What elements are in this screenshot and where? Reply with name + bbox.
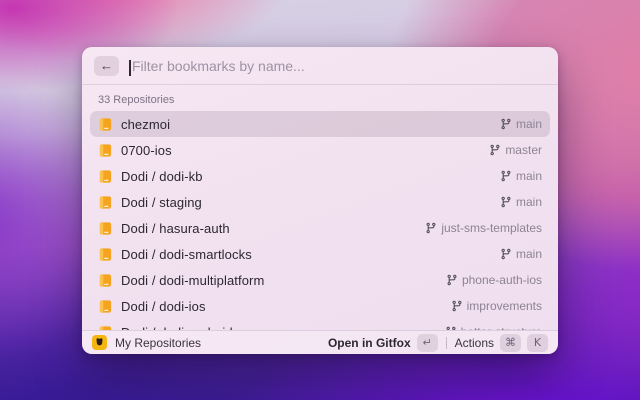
repository-name: Dodi / dodi-multiplatform (121, 272, 265, 288)
actions-label: Actions (454, 335, 494, 350)
repository-name: Dodi / dodi-kb (121, 168, 203, 184)
branch-info: main (500, 195, 542, 209)
launcher-window: ← 33 Repositories chezmoi main (82, 47, 558, 354)
footer-actions: Open in Gitfox ↵ Actions ⌘ K (327, 333, 548, 352)
gitfox-logo-icon (92, 335, 107, 350)
search-input[interactable] (129, 57, 546, 74)
section-header: 33 Repositories (98, 94, 175, 106)
git-branch-icon (501, 196, 511, 208)
repository-name: 0700-ios (121, 142, 172, 158)
search-header: ← (82, 47, 558, 85)
back-button[interactable]: ← (94, 55, 119, 76)
repository-book-icon (98, 143, 113, 158)
open-in-gitfox-label: Open in Gitfox (327, 335, 411, 350)
branch-name: main (515, 247, 542, 261)
repository-row[interactable]: Dodi / staging main (90, 189, 550, 215)
repository-name: chezmoi (121, 116, 171, 132)
command-key-icon: ⌘ (500, 333, 521, 352)
branch-name: just-sms-templates (441, 221, 542, 235)
branch-name: improvements (466, 299, 542, 313)
repository-row[interactable]: Dodi / hasura-auth just-sms-templates (90, 215, 550, 241)
repository-book-icon (98, 195, 113, 210)
footer-command-label: My Repositories (115, 335, 202, 350)
git-branch-icon (501, 170, 511, 182)
footer-bar: My Repositories Open in Gitfox ↵ Actions… (82, 330, 558, 354)
repository-name: Dodi / dodi-smartlocks (121, 246, 252, 262)
search-wrap (129, 57, 546, 76)
branch-info: main (500, 169, 542, 183)
return-key-icon: ↵ (416, 333, 438, 352)
open-in-gitfox-button[interactable]: Open in Gitfox ↵ (327, 333, 438, 352)
git-branch-icon (490, 144, 500, 156)
repository-list: chezmoi main 0700-ios master Dodi / dodi… (82, 111, 558, 330)
repository-book-icon (98, 169, 113, 184)
git-branch-icon (501, 248, 511, 260)
branch-info: improvements (451, 299, 542, 313)
repository-book-icon (98, 247, 113, 262)
repository-row[interactable]: Dodi / dodi-smartlocks main (90, 241, 550, 267)
branch-info: master (489, 143, 542, 157)
k-key-icon: K (527, 333, 548, 352)
branch-info: main (500, 117, 542, 131)
repository-row[interactable]: Dodi / dodi-kb main (90, 163, 550, 189)
branch-name: main (515, 169, 542, 183)
branch-name: main (515, 195, 542, 209)
actions-button[interactable]: Actions ⌘ K (454, 333, 548, 352)
repository-book-icon (98, 221, 113, 236)
branch-name: phone-auth-ios (461, 273, 542, 287)
branch-name: main (515, 117, 542, 131)
repository-book-icon (98, 117, 113, 132)
repository-name: Dodi / dodi-ios (121, 298, 206, 314)
repository-row[interactable]: chezmoi main (90, 111, 550, 137)
repository-row[interactable]: Dodi / dodi-multiplatform phone-auth-ios (90, 267, 550, 293)
repository-book-icon (98, 299, 113, 314)
text-caret (129, 59, 131, 76)
git-branch-icon (452, 300, 462, 312)
git-branch-icon (426, 222, 436, 234)
footer-divider (445, 336, 447, 349)
branch-info: phone-auth-ios (446, 273, 542, 287)
repository-row[interactable]: Dodi / dodi-ios improvements (90, 293, 550, 319)
branch-name: master (505, 143, 542, 157)
git-branch-icon (501, 118, 511, 130)
repository-name: Dodi / staging (121, 194, 202, 210)
git-branch-icon (447, 274, 457, 286)
branch-info: main (500, 247, 542, 261)
branch-info: just-sms-templates (425, 221, 542, 235)
repository-book-icon (98, 273, 113, 288)
repository-name: Dodi / hasura-auth (121, 220, 230, 236)
repository-row[interactable]: 0700-ios master (90, 137, 550, 163)
back-arrow-icon: ← (100, 58, 113, 73)
repository-row[interactable]: Dodi / dodi-android better-structure (90, 319, 550, 330)
